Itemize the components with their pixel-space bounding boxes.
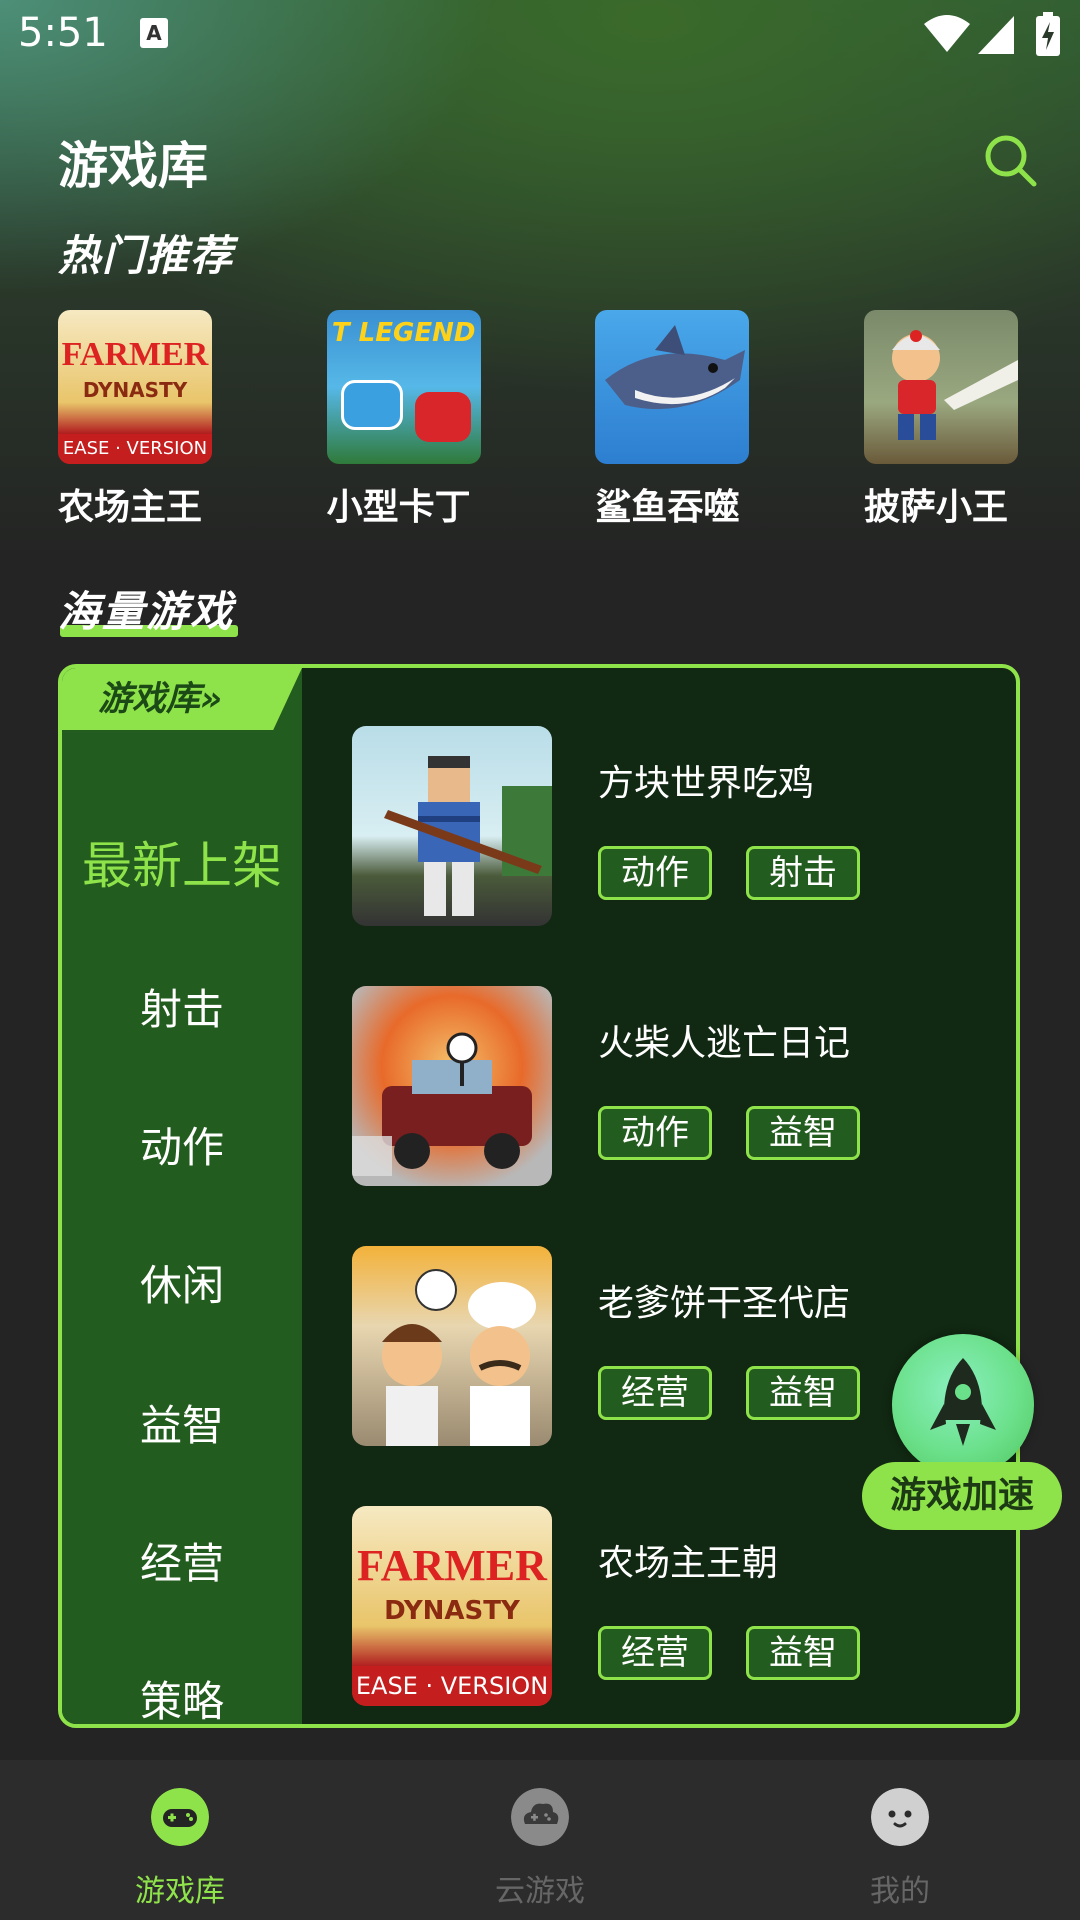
game-list-item[interactable]: 火柴人逃亡日记 动作 益智 xyxy=(352,986,992,1186)
game-tag: 经营 xyxy=(598,1626,712,1680)
game-boost-label[interactable]: 游戏加速 xyxy=(862,1462,1062,1530)
hot-game-name: 农场主王 xyxy=(58,487,203,528)
stickman-truck-icon xyxy=(352,1032,532,1176)
battery-icon xyxy=(1036,12,1060,56)
game-library-panel: 游戏库» 最新上架 射击 动作 休闲 益智 经营 策略 方块世界吃鸡 动作 射击 xyxy=(58,664,1020,1728)
game-thumbnail xyxy=(352,726,552,926)
shark-icon xyxy=(605,325,746,410)
game-title: 方块世界吃鸡 xyxy=(598,763,815,804)
game-tag: 动作 xyxy=(598,1106,712,1160)
gamepad-icon xyxy=(151,1788,209,1846)
page-title: 游戏库 xyxy=(58,137,208,195)
game-list-item[interactable]: 方块世界吃鸡 动作 射击 xyxy=(352,726,992,926)
section-heading-hot: 热门推荐 xyxy=(58,222,239,283)
game-thumbnail xyxy=(352,1246,552,1446)
hot-games-list: FARMER DYNASTY EASE · VERSION 农场主王 T LEG… xyxy=(58,310,1018,530)
papa-chef-icon xyxy=(382,1269,536,1446)
category-management[interactable]: 经营 xyxy=(62,1530,302,1591)
signal-icon xyxy=(978,16,1014,54)
game-tag: 动作 xyxy=(598,846,712,900)
category-sidebar: 游戏库» 最新上架 射击 动作 休闲 益智 经营 策略 xyxy=(62,668,302,1724)
nav-game-library[interactable]: 游戏库 xyxy=(0,1760,360,1920)
game-title: 老爹饼干圣代店 xyxy=(598,1283,851,1324)
game-title: 农场主王朝 xyxy=(598,1543,779,1584)
nav-label: 游戏库 xyxy=(135,1874,225,1909)
nav-profile[interactable]: 我的 xyxy=(720,1760,1080,1920)
pizza-boy-icon xyxy=(891,330,1018,440)
game-thumbnail: FARMER DYNASTY EASE · VERSION xyxy=(352,1506,552,1706)
hot-game-name: 小型卡丁 xyxy=(326,487,471,528)
game-title: 火柴人逃亡日记 xyxy=(598,1023,851,1064)
category-casual[interactable]: 休闲 xyxy=(62,1252,302,1313)
game-tag: 经营 xyxy=(598,1366,712,1420)
status-time: 5:51 xyxy=(18,10,108,56)
game-thumbnail xyxy=(352,986,552,1186)
game-tag: 射击 xyxy=(746,846,860,900)
game-boost-button[interactable] xyxy=(892,1334,1034,1476)
game-thumbnail xyxy=(863,310,1018,464)
status-bar: 5:51 A xyxy=(0,0,1080,72)
bottom-nav: 游戏库 云游戏 我的 xyxy=(0,1760,1080,1920)
game-tag: 益智 xyxy=(746,1106,860,1160)
game-thumbnail: FARMER DYNASTY EASE · VERSION xyxy=(58,310,212,464)
game-tag: 益智 xyxy=(746,1626,860,1680)
section-heading-mass: 海量游戏 xyxy=(58,578,239,639)
hot-game-name: 披萨小王 xyxy=(863,487,1008,528)
hot-game-item[interactable]: 鲨鱼吞噬 xyxy=(595,310,750,530)
category-strategy[interactable]: 策略 xyxy=(62,1668,302,1724)
game-thumbnail: T LEGEND xyxy=(326,310,481,464)
category-puzzle[interactable]: 益智 xyxy=(62,1392,302,1453)
search-icon[interactable] xyxy=(982,132,1038,188)
category-action[interactable]: 动作 xyxy=(62,1114,302,1175)
rocket-icon xyxy=(930,1358,996,1446)
cloud-game-icon xyxy=(511,1788,569,1846)
nav-label: 云游戏 xyxy=(495,1874,585,1909)
hot-game-item[interactable]: 披萨小王 xyxy=(863,310,1018,530)
blocky-soldier-icon xyxy=(384,756,552,916)
hot-game-name: 鲨鱼吞噬 xyxy=(595,487,740,528)
notification-icon: A xyxy=(140,18,168,48)
hot-game-item[interactable]: FARMER DYNASTY EASE · VERSION 农场主王 xyxy=(58,310,212,530)
library-tab[interactable]: 游戏库» xyxy=(62,668,302,730)
hot-game-item[interactable]: T LEGEND 小型卡丁 xyxy=(326,310,481,530)
nav-label: 我的 xyxy=(870,1874,930,1909)
category-shooting[interactable]: 射击 xyxy=(62,976,302,1037)
game-list-item[interactable]: FARMER DYNASTY EASE · VERSION 农场主王朝 经营 益… xyxy=(352,1506,992,1706)
nav-cloud-game[interactable]: 云游戏 xyxy=(360,1760,720,1920)
profile-icon xyxy=(871,1788,929,1846)
game-thumbnail xyxy=(595,310,750,464)
wifi-icon xyxy=(924,15,970,52)
category-newest[interactable]: 最新上架 xyxy=(62,826,302,898)
game-tag: 益智 xyxy=(746,1366,860,1420)
